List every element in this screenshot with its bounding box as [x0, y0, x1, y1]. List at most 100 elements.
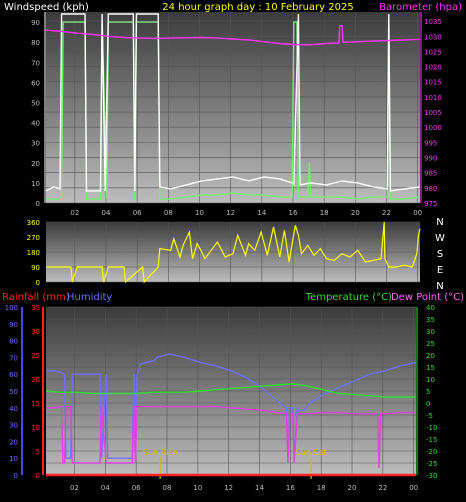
direction-tick-label: 0	[36, 279, 40, 287]
rainfall-tick-label: 10	[31, 424, 40, 432]
temperature-tick-label: -10	[426, 424, 437, 432]
humidity-tick-label: 0	[14, 472, 18, 480]
time-tick-label: 14	[255, 484, 264, 492]
time-tick-label: 20	[348, 484, 357, 492]
windspeed-tick-label: 0	[36, 200, 40, 208]
temperature-tick-label: 15	[426, 364, 435, 372]
barometer-tick-label: 975	[424, 200, 437, 208]
time-tick-label: 00	[409, 484, 418, 492]
time-tick-label: 18	[317, 484, 326, 492]
time-tick-label: 12	[224, 484, 233, 492]
humidity-tick-label: 30	[9, 422, 18, 430]
time-tick-label: 16	[286, 484, 295, 492]
barometer-tick-label: 1035	[424, 18, 442, 26]
windspeed-tick-label: 60	[31, 79, 40, 87]
time-tick-label: 20	[351, 209, 360, 217]
windspeed-tick-label: 70	[31, 59, 40, 67]
windspeed-tick-label: 20	[31, 160, 40, 168]
time-tick-label: 16	[289, 209, 298, 217]
temperature-tick-label: 0	[426, 400, 430, 408]
temperature-tick-label: -15	[426, 436, 437, 444]
barometer-tick-label: 990	[424, 155, 437, 163]
compass-label: N	[436, 281, 443, 292]
rainfall-tick-label: 20	[31, 376, 40, 384]
barometer-tick-label: 1000	[424, 124, 442, 132]
humidity-tick-label: 90	[9, 321, 18, 329]
compass-label: N	[436, 217, 443, 228]
humidity-label: Humidity	[67, 292, 112, 303]
humidity-tick-label: 80	[9, 338, 18, 346]
direction-tick-label: 360	[27, 219, 40, 227]
humidity-tick-label: 20	[9, 438, 18, 446]
temperature-tick-label: 30	[426, 328, 435, 336]
rainfall-tick-label: 35	[31, 304, 40, 312]
time-tick-label: 14	[257, 209, 266, 217]
compass-label: S	[437, 249, 443, 260]
weather-graph: Windspeed (kph) 24 hour graph day : 10 F…	[0, 0, 466, 498]
weather-graph-svg: Windspeed (kph) 24 hour graph day : 10 F…	[2, 2, 464, 492]
time-tick-label: 06	[132, 484, 141, 492]
barometer-tick-label: 1015	[424, 79, 442, 87]
humidity-tick-label: 60	[9, 371, 18, 379]
compass-label: W	[435, 233, 445, 244]
rainfall-tick-label: 15	[31, 400, 40, 408]
time-tick-label: 10	[195, 209, 204, 217]
time-tick-label: 22	[382, 209, 391, 217]
windspeed-label: Windspeed (kph)	[4, 2, 89, 13]
temperature-tick-label: 10	[426, 376, 435, 384]
rainfall-tick-label: 5	[36, 448, 40, 456]
temperature-tick-label: 25	[426, 340, 435, 348]
windspeed-tick-label: 40	[31, 120, 40, 128]
direction-tick-label: 180	[27, 249, 40, 257]
temperature-tick-label: 20	[426, 352, 435, 360]
temperature-tick-label: 40	[426, 304, 435, 312]
time-tick-label: 10	[193, 484, 202, 492]
time-tick-label: 02	[70, 484, 79, 492]
windspeed-tick-label: 30	[31, 140, 40, 148]
barometer-tick-label: 1020	[424, 64, 442, 72]
temperature-tick-label: -30	[426, 472, 437, 480]
direction-tick-label: 270	[27, 234, 40, 242]
barometer-label: Barometer (hpa)	[379, 2, 462, 13]
temperature-tick-label: 35	[426, 316, 435, 324]
time-tick-label: 06	[133, 209, 142, 217]
barometer-tick-label: 1005	[424, 109, 442, 117]
time-tick-label: 18	[320, 209, 329, 217]
temperature-tick-label: -25	[426, 460, 437, 468]
windspeed-tick-label: 80	[31, 39, 40, 47]
temperature-tick-label: -20	[426, 448, 437, 456]
humidity-tick-label: 40	[9, 405, 18, 413]
time-tick-label: 12	[226, 209, 235, 217]
temperature-tick-label: 5	[426, 388, 430, 396]
windspeed-tick-label: 50	[31, 99, 40, 107]
time-tick-label: 08	[164, 209, 173, 217]
rainfall-tick-label: 0	[36, 472, 40, 480]
temperature-tick-label: -5	[426, 412, 433, 420]
rainfall-tick-label: 30	[31, 328, 40, 336]
humidity-tick-label: 100	[5, 304, 18, 312]
time-tick-label: 08	[163, 484, 172, 492]
humidity-tick-label: 70	[9, 354, 18, 362]
time-tick-label: 04	[102, 209, 111, 217]
barometer-tick-label: 995	[424, 139, 437, 147]
compass-label: E	[437, 265, 443, 276]
windspeed-tick-label: 90	[31, 19, 40, 27]
windspeed-tick-label: 10	[31, 180, 40, 188]
barometer-tick-label: 1030	[424, 33, 442, 41]
time-tick-label: 02	[70, 209, 79, 217]
rainfall-label: Rainfall (mm)	[2, 292, 70, 303]
direction-tick-label: 90	[31, 264, 40, 272]
time-tick-label: 22	[378, 484, 387, 492]
humidity-tick-label: 50	[9, 388, 18, 396]
rainfall-tick-label: 25	[31, 352, 40, 360]
graph-title: 24 hour graph day : 10 February 2025	[162, 2, 353, 13]
barometer-tick-label: 1010	[424, 94, 442, 102]
barometer-tick-label: 985	[424, 170, 437, 178]
dewpoint-label: Dew Point (°C)	[391, 292, 464, 303]
sun-annotation-label: Sun Rise	[143, 448, 178, 457]
time-tick-label: 04	[101, 484, 110, 492]
temperature-label: Temperature (°C)	[305, 292, 392, 303]
barometer-tick-label: 980	[424, 185, 437, 193]
barometer-tick-label: 1025	[424, 48, 442, 56]
time-tick-label: 00	[413, 209, 422, 217]
